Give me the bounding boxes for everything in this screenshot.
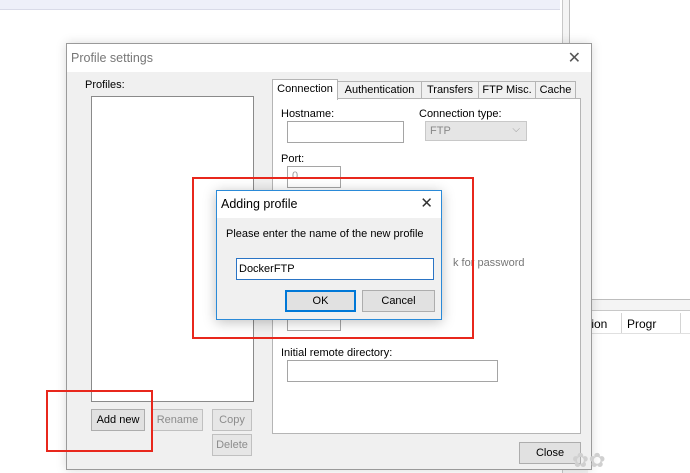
column-separator — [680, 313, 681, 333]
column-header-progress[interactable]: Progr — [627, 317, 656, 331]
port-label: Port: — [281, 153, 305, 165]
connection-type-label: Connection type: — [419, 108, 502, 120]
profiles-label: Profiles: — [85, 79, 125, 91]
chevron-down-icon: ⌵ — [512, 124, 520, 135]
initial-remote-directory-input[interactable] — [287, 360, 498, 382]
hostname-label: Hostname: — [281, 108, 335, 120]
column-separator — [621, 313, 622, 333]
delete-button[interactable]: Delete — [212, 434, 252, 456]
background-toolbar — [0, 0, 560, 10]
hostname-input[interactable] — [287, 121, 404, 143]
tab-cache[interactable]: Cache — [535, 81, 576, 99]
watermark: ✿✿ — [572, 450, 606, 472]
connection-type-select[interactable]: FTP ⌵ — [425, 121, 527, 141]
highlight-dialog-box — [192, 177, 474, 339]
window-titlebar: Profile settings ✕ — [67, 44, 591, 72]
tab-connection[interactable]: Connection — [272, 79, 338, 100]
window-title: Profile settings — [71, 51, 153, 65]
tab-transfers[interactable]: Transfers — [421, 81, 479, 99]
connection-type-value: FTP — [430, 125, 451, 137]
tab-authentication[interactable]: Authentication — [337, 81, 422, 99]
copy-button[interactable]: Copy — [212, 409, 252, 431]
close-icon[interactable]: ✕ — [568, 48, 581, 68]
background-list-header: tion Progr — [588, 310, 690, 334]
tab-ftp-misc[interactable]: FTP Misc. — [478, 81, 536, 99]
highlight-add-new-box — [46, 390, 153, 452]
rename-button[interactable]: Rename — [152, 409, 203, 431]
initial-remote-directory-label: Initial remote directory: — [281, 347, 393, 359]
